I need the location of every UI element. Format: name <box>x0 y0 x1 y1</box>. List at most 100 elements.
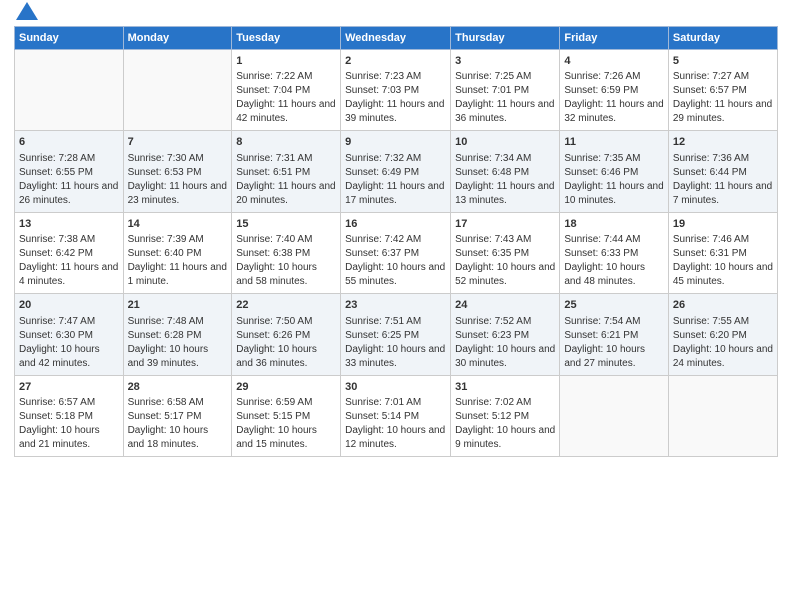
day-info: Sunrise: 7:40 AM <box>236 233 336 247</box>
calendar-cell: 12Sunrise: 7:36 AMSunset: 6:44 PMDayligh… <box>668 131 777 212</box>
day-info: Daylight: 10 hours and 39 minutes. <box>128 343 228 371</box>
header-cell-sunday: Sunday <box>15 27 124 50</box>
calendar-cell: 7Sunrise: 7:30 AMSunset: 6:53 PMDaylight… <box>123 131 232 212</box>
day-info: Sunrise: 7:27 AM <box>673 70 773 84</box>
day-info: Sunrise: 7:44 AM <box>564 233 664 247</box>
calendar-cell: 24Sunrise: 7:52 AMSunset: 6:23 PMDayligh… <box>451 294 560 375</box>
day-info: Sunset: 6:40 PM <box>128 247 228 261</box>
day-info: Sunset: 6:30 PM <box>19 329 119 343</box>
calendar-cell: 4Sunrise: 7:26 AMSunset: 6:59 PMDaylight… <box>560 50 669 131</box>
day-info: Sunset: 6:26 PM <box>236 329 336 343</box>
header-cell-saturday: Saturday <box>668 27 777 50</box>
calendar-body: 1Sunrise: 7:22 AMSunset: 7:04 PMDaylight… <box>15 50 778 457</box>
day-number: 23 <box>345 298 446 313</box>
day-info: Sunset: 6:53 PM <box>128 166 228 180</box>
calendar-cell: 5Sunrise: 7:27 AMSunset: 6:57 PMDaylight… <box>668 50 777 131</box>
day-number: 22 <box>236 298 336 313</box>
day-info: Sunrise: 7:32 AM <box>345 152 446 166</box>
day-number: 1 <box>236 54 336 69</box>
day-info: Sunset: 6:49 PM <box>345 166 446 180</box>
day-info: Daylight: 11 hours and 36 minutes. <box>455 98 555 126</box>
day-info: Sunset: 6:59 PM <box>564 84 664 98</box>
calendar-cell: 25 Sunrise: 7:54 AMSunset: 6:21 PMDayligh… <box>560 294 669 375</box>
day-info: Sunrise: 7:31 AM <box>236 152 336 166</box>
day-info: Sunset: 6:28 PM <box>128 329 228 343</box>
logo-icon <box>16 2 38 20</box>
day-number: 21 <box>128 298 228 313</box>
day-number: 5 <box>673 54 773 69</box>
day-number: 25 <box>564 298 664 313</box>
calendar-cell <box>668 375 777 456</box>
day-info: Daylight: 11 hours and 10 minutes. <box>564 180 664 208</box>
calendar-cell: 17Sunrise: 7:43 AMSunset: 6:35 PMDayligh… <box>451 212 560 293</box>
day-number: 15 <box>236 217 336 232</box>
week-row-2: 6Sunrise: 7:28 AMSunset: 6:55 PMDaylight… <box>15 131 778 212</box>
day-number: 19 <box>673 217 773 232</box>
day-info: Sunset: 6:48 PM <box>455 166 555 180</box>
calendar-cell: 20Sunrise: 7:47 AMSunset: 6:30 PMDayligh… <box>15 294 124 375</box>
day-info: Sunset: 6:42 PM <box>19 247 119 261</box>
calendar-cell: 8Sunrise: 7:31 AMSunset: 6:51 PMDaylight… <box>232 131 341 212</box>
day-info: Sunrise: 7:38 AM <box>19 233 119 247</box>
day-info: Daylight: 10 hours and 12 minutes. <box>345 424 446 452</box>
day-info: Sunrise: 7:47 AM <box>19 315 119 329</box>
day-info: Sunset: 6:44 PM <box>673 166 773 180</box>
week-row-4: 20 Sunrise: 7:47 AMSunset: 6:30 PM Dayligh… <box>15 294 778 375</box>
day-info: Daylight: 10 hours and 48 minutes. <box>564 261 664 289</box>
calendar-cell: 1Sunrise: 7:22 AMSunset: 7:04 PMDaylight… <box>232 50 341 131</box>
calendar-cell: 14Sunrise: 7:39 AMSunset: 6:40 PMDayligh… <box>123 212 232 293</box>
day-info: Sunset: 6:38 PM <box>236 247 336 261</box>
day-info: Daylight: 11 hours and 7 minutes. <box>673 180 773 208</box>
day-info: Sunrise: 7:34 AM <box>455 152 555 166</box>
day-number: 2 <box>345 54 446 69</box>
day-number: 30 <box>345 380 446 395</box>
calendar-cell: 29Sunrise: 6:59 AMSunset: 5:15 PMDayligh… <box>232 375 341 456</box>
day-number: 20 <box>19 298 119 313</box>
calendar-cell: 26 Sunrise: 7:55 AMSunset: 6:20 PMDayligh… <box>668 294 777 375</box>
calendar-cell: 16Sunrise: 7:42 AMSunset: 6:37 PMDayligh… <box>341 212 451 293</box>
calendar-cell: 13Sunrise: 7:38 AMSunset: 6:42 PMDayligh… <box>15 212 124 293</box>
day-info: Sunset: 5:14 PM <box>345 410 446 424</box>
day-info: Sunrise: 7:54 AM <box>564 315 664 329</box>
header-cell-friday: Friday <box>560 27 669 50</box>
day-info: Daylight: 10 hours and 33 minutes. <box>345 343 446 371</box>
day-info: Sunset: 5:18 PM <box>19 410 119 424</box>
day-info: Sunset: 7:04 PM <box>236 84 336 98</box>
day-info: Sunset: 5:15 PM <box>236 410 336 424</box>
calendar-header: SundayMondayTuesdayWednesdayThursdayFrid… <box>15 27 778 50</box>
calendar-cell: 10Sunrise: 7:34 AMSunset: 6:48 PMDayligh… <box>451 131 560 212</box>
day-info: Daylight: 10 hours and 58 minutes. <box>236 261 336 289</box>
day-info: Sunset: 6:20 PM <box>673 329 773 343</box>
calendar-cell <box>123 50 232 131</box>
day-number: 4 <box>564 54 664 69</box>
day-info: Daylight: 10 hours and 15 minutes. <box>236 424 336 452</box>
day-info: Sunset: 6:25 PM <box>345 329 446 343</box>
day-info: Daylight: 10 hours and 27 minutes. <box>564 343 664 371</box>
day-number: 27 <box>19 380 119 395</box>
week-row-1: 1Sunrise: 7:22 AMSunset: 7:04 PMDaylight… <box>15 50 778 131</box>
page-header <box>14 10 778 20</box>
calendar-cell: 28Sunrise: 6:58 AMSunset: 5:17 PMDayligh… <box>123 375 232 456</box>
day-info: Sunrise: 7:42 AM <box>345 233 446 247</box>
day-info: Sunset: 6:21 PM <box>564 329 664 343</box>
day-info: Sunset: 5:17 PM <box>128 410 228 424</box>
calendar-cell: 31Sunrise: 7:02 AMSunset: 5:12 PMDayligh… <box>451 375 560 456</box>
day-info: Daylight: 10 hours and 30 minutes. <box>455 343 555 371</box>
day-info: Daylight: 11 hours and 39 minutes. <box>345 98 446 126</box>
day-info: Sunset: 6:55 PM <box>19 166 119 180</box>
calendar-cell: 9Sunrise: 7:32 AMSunset: 6:49 PMDaylight… <box>341 131 451 212</box>
day-info: Daylight: 10 hours and 24 minutes. <box>673 343 773 371</box>
day-number: 31 <box>455 380 555 395</box>
calendar-cell: 27Sunrise: 6:57 AMSunset: 5:18 PMDayligh… <box>15 375 124 456</box>
day-info: Sunset: 6:51 PM <box>236 166 336 180</box>
week-row-3: 13Sunrise: 7:38 AMSunset: 6:42 PMDayligh… <box>15 212 778 293</box>
day-info: Sunset: 7:03 PM <box>345 84 446 98</box>
day-info: Daylight: 11 hours and 20 minutes. <box>236 180 336 208</box>
day-info: Daylight: 11 hours and 23 minutes. <box>128 180 228 208</box>
day-info: Sunrise: 7:39 AM <box>128 233 228 247</box>
day-info: Sunset: 6:46 PM <box>564 166 664 180</box>
day-info: Daylight: 10 hours and 21 minutes. <box>19 424 119 452</box>
day-info: Sunrise: 7:01 AM <box>345 396 446 410</box>
day-number: 26 <box>673 298 773 313</box>
day-info: Sunrise: 7:55 AM <box>673 315 773 329</box>
